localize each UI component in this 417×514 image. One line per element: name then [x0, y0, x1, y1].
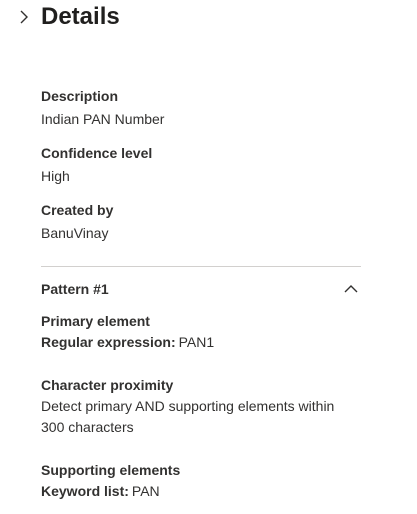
- pattern-header[interactable]: Pattern #1: [41, 278, 361, 302]
- confidence-level-value: High: [41, 168, 70, 184]
- confidence-level-label: Confidence level: [41, 145, 153, 161]
- expand-chevron-button[interactable]: [14, 6, 34, 28]
- keyword-list-row: Keyword list: PAN: [41, 482, 160, 500]
- primary-element-label: Primary element: [41, 313, 150, 329]
- chevron-up-icon: [341, 278, 361, 300]
- collapse-pattern-button[interactable]: [341, 278, 361, 300]
- pattern-title: Pattern #1: [41, 281, 109, 297]
- regular-expression-row: Regular expression: PAN1: [41, 333, 214, 351]
- details-header: Details: [0, 0, 417, 40]
- keyword-list-label: Keyword list:: [41, 483, 129, 499]
- regular-expression-value: PAN1: [178, 334, 215, 350]
- created-by-label: Created by: [41, 202, 114, 218]
- character-proximity-value: Detect primary AND supporting elements w…: [41, 398, 335, 435]
- character-proximity-label: Character proximity: [41, 377, 174, 393]
- section-divider: [41, 266, 361, 267]
- created-by-value: BanuVinay: [41, 225, 109, 241]
- description-value: Indian PAN Number: [41, 111, 165, 127]
- keyword-list-value: PAN: [131, 483, 160, 499]
- page-title: Details: [41, 3, 120, 30]
- supporting-elements-label: Supporting elements: [41, 462, 181, 478]
- regular-expression-label: Regular expression:: [41, 334, 176, 350]
- description-label: Description: [41, 88, 119, 104]
- chevron-right-icon: [14, 6, 34, 28]
